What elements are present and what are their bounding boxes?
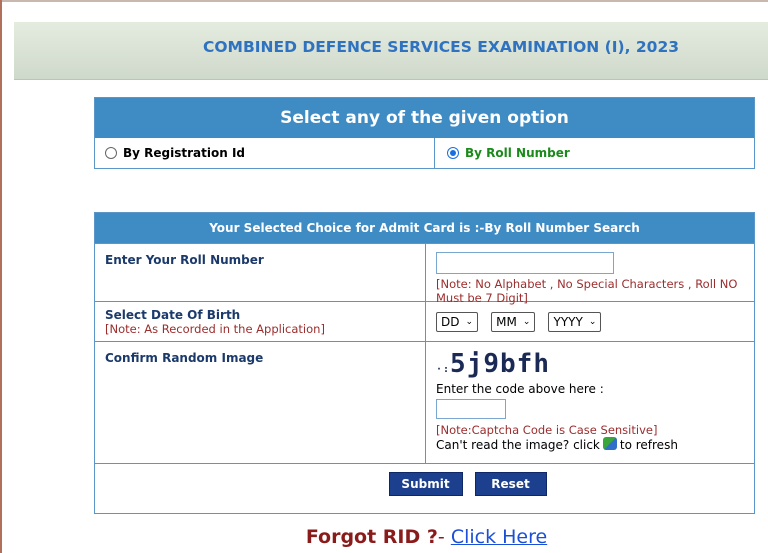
captcha-noise: ·: <box>436 364 451 375</box>
day-select[interactable]: DD ⌄ <box>436 312 479 332</box>
captcha-label-cell: Confirm Random Image <box>95 342 426 463</box>
refresh-suffix: to refresh <box>619 438 678 452</box>
header-banner: COMBINED DEFENCE SERVICES EXAMINATION (I… <box>14 22 768 80</box>
dob-note: [Note: As Recorded in the Application] <box>105 322 325 336</box>
forgot-separator: - <box>437 526 451 548</box>
page-title: COMBINED DEFENCE SERVICES EXAMINATION (I… <box>202 38 680 56</box>
chevron-down-icon: ⌄ <box>588 317 597 327</box>
roll-radio[interactable] <box>447 147 459 159</box>
captcha-label: Confirm Random Image <box>105 351 264 365</box>
day-select-value: DD <box>441 315 460 329</box>
month-select-value: MM <box>496 315 517 329</box>
captcha-input[interactable] <box>436 399 506 419</box>
captcha-cell: ·:5j9bfh Enter the code above here : [No… <box>426 342 754 463</box>
registration-radio[interactable] <box>105 147 117 159</box>
page-left-border <box>0 0 2 553</box>
by-roll-option[interactable]: By Roll Number <box>435 138 754 168</box>
month-select[interactable]: MM ⌄ <box>491 312 536 332</box>
captcha-image: ·:5j9bfh <box>436 346 744 382</box>
captcha-note: [Note:Captcha Code is Case Sensitive] <box>436 423 658 437</box>
dob-label-cell: Select Date Of Birth [Note: As Recorded … <box>95 302 426 341</box>
by-registration-option[interactable]: By Registration Id <box>95 138 435 168</box>
forgot-rid-question: Forgot RID ? <box>305 526 438 548</box>
roll-label-cell: Enter Your Roll Number <box>95 244 426 301</box>
year-select-value: YYYY <box>553 315 583 329</box>
refresh-prefix: Can't read the image? click <box>436 438 600 452</box>
admit-card-form: Your Selected Choice for Admit Card is :… <box>94 212 755 514</box>
forgot-rid-line: Forgot RID ?- Click Here <box>0 526 768 548</box>
year-select[interactable]: YYYY ⌄ <box>548 312 602 332</box>
chevron-down-icon: ⌄ <box>522 317 531 327</box>
registration-label[interactable]: By Registration Id <box>123 146 245 160</box>
option-heading: Select any of the given option <box>95 98 754 138</box>
captcha-text: 5j9bfh <box>450 349 550 379</box>
dob-label: Select Date Of Birth <box>105 308 241 322</box>
dob-select-cell: DD ⌄ MM ⌄ YYYY ⌄ <box>426 302 754 341</box>
roll-number-input[interactable] <box>436 252 614 274</box>
captcha-row: Confirm Random Image ·:5j9bfh Enter the … <box>95 341 754 463</box>
form-heading: Your Selected Choice for Admit Card is :… <box>95 213 754 243</box>
captcha-prompt: Enter the code above here : <box>436 382 604 396</box>
option-selector: Select any of the given option By Regist… <box>94 97 755 169</box>
refresh-line: Can't read the image? click to refresh <box>436 437 744 452</box>
dob-row: Select Date Of Birth [Note: As Recorded … <box>95 301 754 341</box>
refresh-icon[interactable] <box>602 437 617 450</box>
roll-number-label: Enter Your Roll Number <box>105 253 264 267</box>
roll-number-note: [Note: No Alphabet , No Special Characte… <box>436 277 738 305</box>
button-row: Submit Reset <box>95 463 754 503</box>
roll-input-cell: [Note: No Alphabet , No Special Characte… <box>426 244 754 305</box>
page-top-border <box>0 0 768 2</box>
submit-button[interactable]: Submit <box>388 471 463 496</box>
forgot-rid-link[interactable]: Click Here <box>451 526 547 548</box>
roll-label[interactable]: By Roll Number <box>465 146 570 160</box>
chevron-down-icon: ⌄ <box>465 317 474 327</box>
roll-row: Enter Your Roll Number [Note: No Alphabe… <box>95 243 754 305</box>
option-row: By Registration Id By Roll Number <box>95 138 754 168</box>
reset-button[interactable]: Reset <box>474 471 547 496</box>
